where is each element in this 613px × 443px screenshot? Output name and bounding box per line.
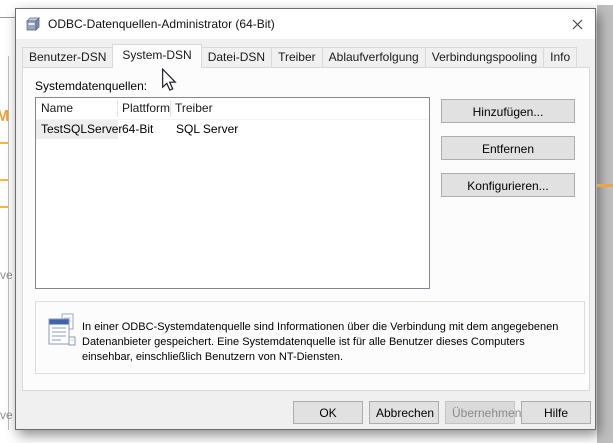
close-icon: [572, 19, 583, 30]
tab-ablaufverfolgung[interactable]: Ablaufverfolgung: [322, 47, 426, 67]
tab-treiber[interactable]: Treiber: [271, 47, 323, 67]
tab-benutzer-dsn[interactable]: Benutzer-DSN: [22, 47, 113, 67]
background-highlight-line: [597, 184, 613, 187]
column-header-treiber[interactable]: Treiber: [171, 100, 429, 117]
background-panel: [597, 5, 613, 443]
window-title: ODBC-Datenquellen-Administrator (64-Bit): [48, 17, 275, 31]
background-divider-line: [0, 17, 15, 18]
background-highlight-line: [0, 179, 8, 181]
column-header-plattform[interactable]: Plattform: [118, 100, 171, 117]
ok-button[interactable]: OK: [293, 401, 363, 424]
close-button[interactable]: [559, 9, 595, 39]
tab-system-dsn[interactable]: System-DSN: [112, 44, 201, 68]
column-header-name[interactable]: Name: [36, 100, 118, 117]
background-highlight-line: [0, 142, 8, 144]
side-button-column: Hinzufügen... Entfernen Konfigurieren...: [441, 99, 575, 210]
table-row[interactable]: TestSQLServer 64-Bit SQL Server: [36, 120, 429, 139]
background-text-fragment: M: [0, 108, 9, 126]
tab-datei-dsn[interactable]: Datei-DSN: [201, 47, 272, 67]
tab-verbindungspooling[interactable]: Verbindungspooling: [425, 47, 544, 67]
listview-header: Name Plattform Treiber: [36, 98, 429, 120]
titlebar[interactable]: ODBC-Datenquellen-Administrator (64-Bit): [16, 9, 595, 39]
dialog-footer: OK Abbrechen Übernehmen Hilfe: [16, 401, 595, 429]
system-datasources-label: Systemdatenquellen:: [35, 79, 147, 93]
odbc-datasource-icon: [47, 313, 77, 347]
remove-button[interactable]: Entfernen: [441, 136, 575, 160]
info-text: In einer ODBC-Systemdatenquelle sind Inf…: [82, 320, 576, 365]
odbc-administrator-window: ODBC-Datenquellen-Administrator (64-Bit)…: [15, 8, 596, 430]
tab-bar: Benutzer-DSN System-DSN Datei-DSN Treibe…: [22, 43, 576, 67]
cell-name[interactable]: TestSQLServer: [36, 120, 118, 139]
cell-treiber: SQL Server: [171, 120, 429, 139]
background-highlight-line: [0, 206, 8, 208]
system-dsn-tab-panel: Systemdatenquellen: Name Plattform Treib…: [22, 67, 590, 391]
configure-button[interactable]: Konfigurieren...: [441, 173, 575, 197]
tab-info[interactable]: Info: [543, 47, 577, 67]
background-text-fragment: ve: [0, 268, 13, 282]
background-text-fragment: ve: [0, 408, 13, 422]
help-button[interactable]: Hilfe: [521, 401, 591, 424]
cell-plattform: 64-Bit: [118, 120, 171, 139]
app-icon: [25, 16, 41, 32]
cancel-button[interactable]: Abbrechen: [369, 401, 439, 424]
datasource-listview[interactable]: Name Plattform Treiber TestSQLServer 64-…: [35, 97, 430, 289]
add-button[interactable]: Hinzufügen...: [441, 99, 575, 123]
info-groupbox: In einer ODBC-Systemdatenquelle sind Inf…: [35, 301, 585, 374]
apply-button: Übernehmen: [445, 401, 515, 424]
